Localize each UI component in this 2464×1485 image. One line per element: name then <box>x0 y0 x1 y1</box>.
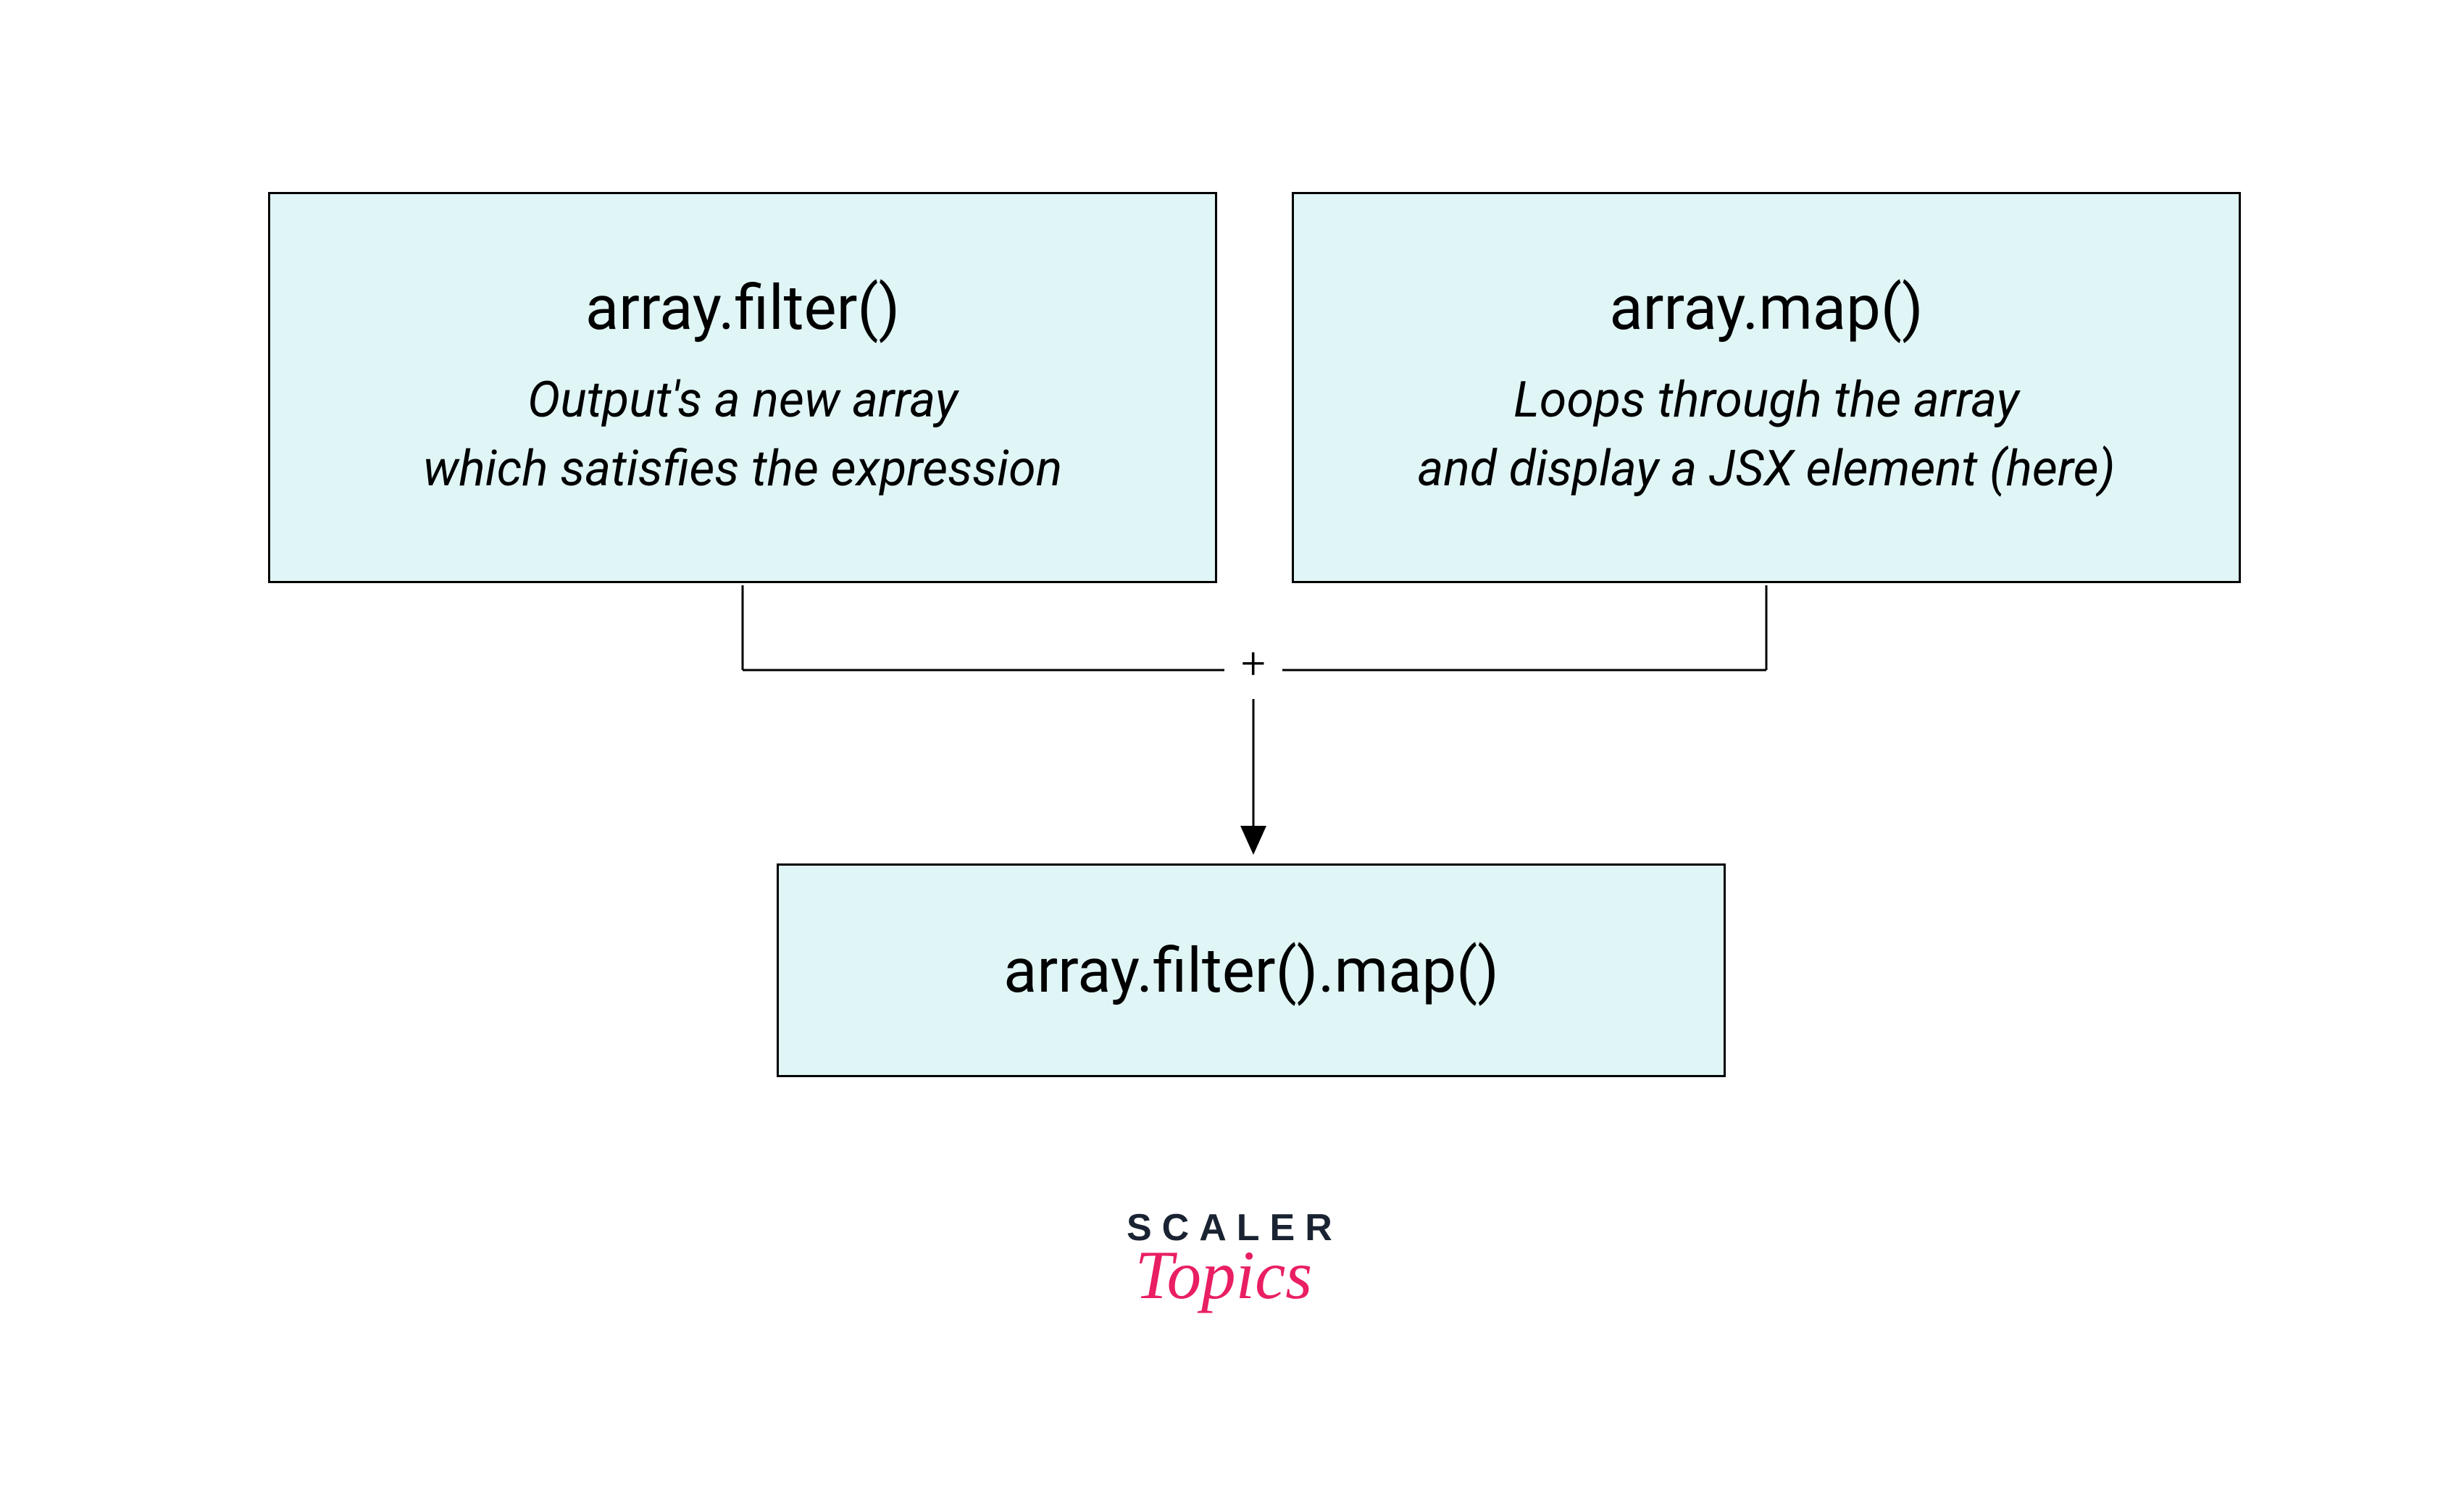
filter-description-line1: Output's a new array <box>527 371 958 429</box>
map-box: array.map() Loops through the array and … <box>1292 192 2241 583</box>
logo-text-topics: Topics <box>1135 1235 1313 1315</box>
result-box: array.filter().map() <box>777 863 1726 1077</box>
diagram-container: array.filter() Output's a new array whic… <box>0 0 2464 1485</box>
filter-box-title: array.filter() <box>585 272 900 344</box>
scaler-topics-logo: SCALER Topics <box>1127 1206 1342 1315</box>
map-box-title: array.map() <box>1609 272 1923 344</box>
filter-description-line2: which satisfies the expression <box>423 440 1062 498</box>
filter-box: array.filter() Output's a new array whic… <box>268 192 1217 583</box>
map-description-line2: and display a JSX element (here) <box>1417 440 2115 498</box>
plus-icon: + <box>1241 637 1266 689</box>
map-description-line1: Loops through the array <box>1513 371 2019 429</box>
result-box-title: array.filter().map() <box>1003 934 1499 1007</box>
map-box-description: Loops through the array and display a JS… <box>1417 366 2115 503</box>
filter-box-description: Output's a new array which satisfies the… <box>423 366 1062 503</box>
